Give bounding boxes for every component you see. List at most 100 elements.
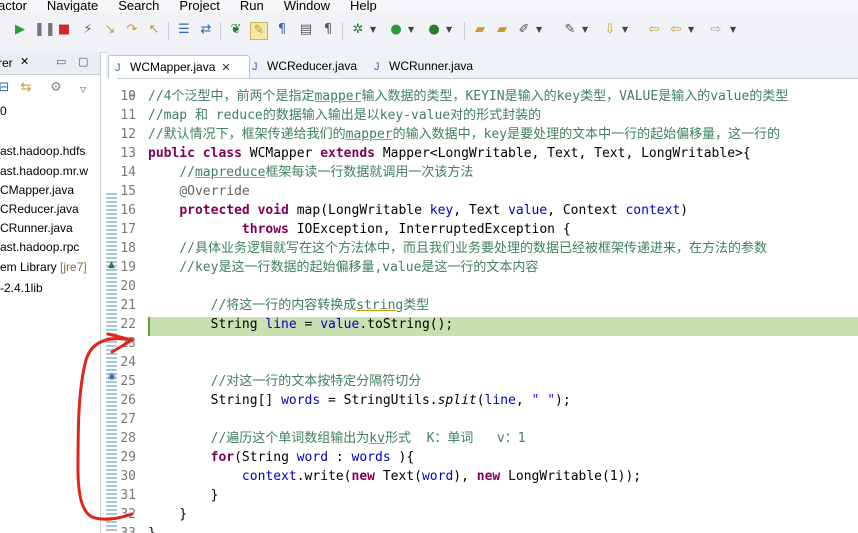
package-explorer-tab[interactable]: rer ✕ ▭ ▢ — [0, 52, 100, 75]
pilcrow-icon[interactable]: ¶ — [320, 22, 336, 38]
tree-item[interactable]: ast.hadoop.hdfs — [0, 144, 85, 158]
link-editor-icon[interactable]: ⇆ — [18, 80, 34, 96]
forward-icon[interactable]: ⇨ — [708, 22, 724, 38]
code-line: 21 //将这一行的内容转换成string类型 — [106, 296, 858, 315]
tree-item-label: CRunner.java — [0, 221, 73, 235]
tree-item-label: 0 — [0, 104, 7, 118]
code-text: } — [148, 524, 156, 533]
highlight-icon[interactable]: ✎ — [250, 22, 268, 40]
line-number: 16 — [120, 203, 136, 218]
code-line: 11 //map 和 reduce的数据输入输出是以key-value对的形式封装… — [106, 106, 858, 125]
folder-icon[interactable]: ▰ — [472, 22, 488, 38]
menu-bar: actor Navigate Search Project Run Window Help — [0, 0, 858, 12]
open-folder-icon[interactable]: ▰ — [494, 22, 510, 38]
tree-item[interactable]: ast.hadoop.rpc — [0, 240, 79, 254]
code-text: public class WCMapper extends Mapper<Lon… — [148, 146, 751, 161]
toolbar: ▶ ❚❚ ■ ⚡ ↘ ↷ ↖ ☰ ⇄ ❦ ✎ ¶ ▤ ¶ ✲ ▼ ● ▼ ● ▼… — [0, 12, 858, 53]
line-number: 29 — [120, 450, 136, 465]
menu-item[interactable]: Search — [118, 0, 159, 12]
menu-item[interactable]: Project — [179, 0, 219, 12]
minimize-icon[interactable]: ▭ — [56, 55, 66, 68]
code-text: context.write(new Text(word), new LongWr… — [241, 469, 642, 484]
code-text: String line = value.toString(); — [148, 317, 454, 332]
back-icon[interactable]: ⇦ — [668, 22, 684, 38]
tree-item[interactable]: CRunner.java — [0, 221, 73, 235]
menu-item[interactable]: Help — [350, 0, 377, 12]
code-line: 20 — [106, 277, 858, 296]
line-number: 21 — [120, 298, 136, 313]
code-line: 31 } — [106, 486, 858, 505]
drop-frame-icon[interactable]: ☰ — [176, 22, 192, 38]
line-number: 25 — [120, 374, 136, 389]
line-number: 12 — [120, 127, 136, 142]
code-text: //将这一行的内容转换成string类型 — [210, 298, 430, 313]
menu-item[interactable]: actor — [0, 0, 27, 12]
disconnect-icon[interactable]: ⚡ — [80, 22, 96, 38]
code-line: 15 @Override — [106, 182, 858, 201]
code-line: 23 — [106, 334, 858, 353]
run-circle-icon[interactable]: ● — [388, 22, 404, 38]
collapse-all-icon[interactable]: ⊟ — [0, 80, 12, 96]
tree-item-label: CReducer.java — [0, 202, 79, 216]
java-icon[interactable]: ¶ — [274, 22, 290, 38]
code-text: //默认情况下，框架传递给我们的mapper的输入数据中，key是要处理的文本中… — [148, 127, 781, 142]
gear-icon[interactable]: ✲ — [350, 22, 366, 38]
package-explorer-toolbar: ⊟ ⇆ ⚙ ▽ — [0, 78, 100, 98]
line-number: 23 — [120, 336, 136, 351]
pause-icon[interactable]: ❚❚ — [34, 22, 56, 38]
code-text: } — [148, 488, 219, 503]
code-text: } — [148, 507, 188, 522]
tree-item[interactable]: CReducer.java — [0, 202, 79, 216]
step-over-icon[interactable]: ↷ — [124, 22, 140, 38]
tree-item[interactable]: em Library [jre7] — [0, 260, 87, 274]
line-number: 31 — [120, 488, 136, 503]
step-filter-icon[interactable]: ⇄ — [198, 22, 214, 38]
tree-item[interactable]: CMapper.java — [0, 183, 74, 197]
code-line: 24 — [106, 353, 858, 372]
code-text: String[] words = StringUtils.split(line,… — [148, 393, 571, 408]
menu-item[interactable]: Run — [240, 0, 264, 12]
code-line: 14 //mapreduce框架每读一行数据就调用一次该方法 — [106, 163, 858, 182]
external-tools-icon[interactable]: ● — [426, 22, 442, 38]
line-number: 32 — [120, 507, 136, 522]
close-icon[interactable]: ✕ — [20, 55, 29, 68]
step-into-icon[interactable]: ↘ — [102, 22, 118, 38]
package-explorer-title: rer — [0, 56, 13, 70]
breakpoint-icon[interactable]: ❦ — [228, 22, 244, 38]
line-number: 14 — [120, 165, 136, 180]
line-number: 33 — [106, 524, 136, 533]
code-text: throws IOException, InterruptedException… — [241, 222, 571, 237]
filter-icon[interactable]: ⚙ — [48, 80, 64, 96]
line-number: 18 — [120, 241, 136, 256]
code-line: 17 throws IOException, InterruptedExcept… — [106, 220, 858, 239]
line-number: 10 — [120, 89, 136, 104]
stop-icon[interactable]: ■ — [56, 22, 72, 38]
code-line: 27 — [106, 410, 858, 429]
tree-item-label: ast.hadoop.rpc — [0, 240, 80, 254]
annotation-icon[interactable]: ✎ — [562, 22, 578, 38]
menu-item[interactable]: Navigate — [47, 0, 98, 12]
maximize-icon[interactable]: ▢ — [78, 55, 88, 68]
run-icon[interactable]: ▶ — [12, 22, 28, 38]
code-line: 18 //具体业务逻辑就写在这个方法体中，而且我们业务要处理的数据已经被框架传递… — [106, 239, 858, 258]
code-text: //mapreduce框架每读一行数据就调用一次该方法 — [179, 165, 474, 180]
code-line: 10 //4个泛型中，前两个是指定mapper输入数据的类型，KEYIN是输入的k… — [106, 87, 858, 106]
line-number: 19 — [120, 260, 136, 275]
line-number: 13 — [120, 146, 136, 161]
prev-edit-icon[interactable]: ⇦ — [646, 22, 662, 38]
package-explorer: rer ✕ ▭ ▢ ⊟ ⇆ ⚙ ▽ 0 ast.hadoop.hdfs ast.h… — [0, 52, 101, 533]
tree-item[interactable]: -2.4.1lib — [0, 281, 43, 295]
tree-item[interactable]: ast.hadoop.mr.w — [0, 164, 88, 178]
code-editor: J WCMapper.java ✕ J WCReducer.java J WCRunner.… — [106, 52, 858, 533]
code-line: 28 //遍历这个单词数组输出为kv形式 K：单词 v：1 — [106, 429, 858, 448]
code-line: 13 public class WCMapper extends Mapper<L… — [106, 144, 858, 163]
next-annotation-icon[interactable]: ⇩ — [602, 22, 618, 38]
step-return-icon[interactable]: ↖ — [146, 22, 162, 38]
line-number: 22 — [120, 317, 136, 332]
menu-item[interactable]: Window — [284, 0, 330, 12]
code-line: 30 context.write(new Text(word), new Lon… — [106, 467, 858, 486]
layout-icon[interactable]: ▤ — [298, 22, 314, 38]
pen-icon[interactable]: ✐ — [516, 22, 532, 38]
tree-item-label: ast.hadoop.hdfs — [0, 144, 86, 158]
code-area[interactable]: 9 10//4个泛型中，前两个是指定mapper输入数据的类型，KEYIN是输入… — [106, 78, 858, 533]
